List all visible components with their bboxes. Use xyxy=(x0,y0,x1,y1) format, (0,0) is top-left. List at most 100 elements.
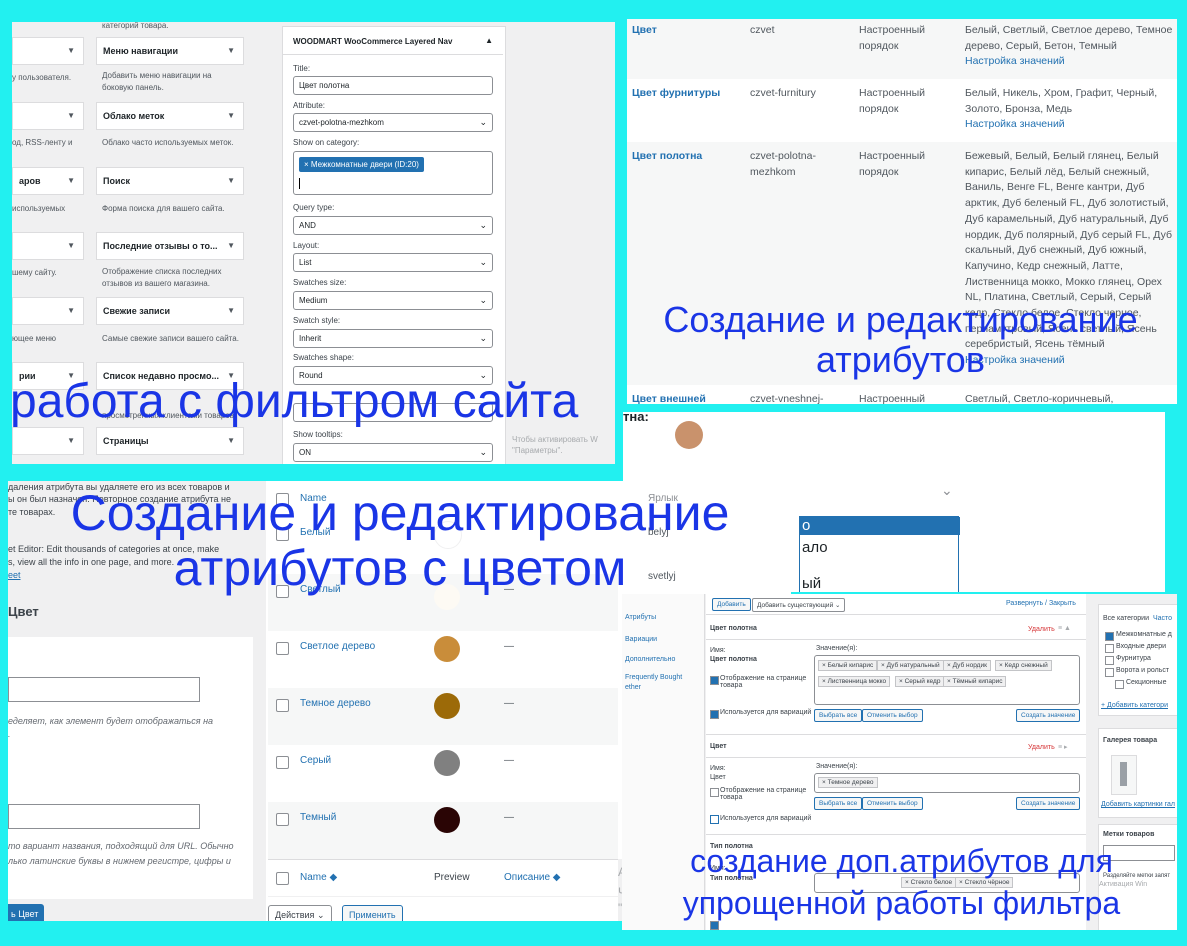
tab-attributes[interactable]: Атрибуты xyxy=(625,614,656,621)
value-chip[interactable]: × Тёмный кипарис xyxy=(943,676,1007,687)
tab-frequently-bought[interactable]: ether xyxy=(625,684,641,691)
dropdown-option[interactable]: ый xyxy=(802,575,821,592)
row-checkbox[interactable] xyxy=(276,756,289,769)
tooltips-select[interactable]: ON ⌄ xyxy=(293,443,493,462)
swatch-style-select[interactable]: Inherit ⌄ xyxy=(293,329,493,348)
caret-down-icon: ▼ xyxy=(67,176,75,185)
chevron-down-icon[interactable]: ⌄ xyxy=(941,482,953,499)
used-for-variations-checkbox[interactable] xyxy=(710,815,719,824)
attribute-name-link[interactable]: Цвет полотна xyxy=(632,149,702,165)
name-input[interactable] xyxy=(8,677,200,702)
deselect-button[interactable]: Отменить выбор xyxy=(862,797,923,810)
widget-left-1[interactable]: ▼ xyxy=(12,37,84,65)
category-tag[interactable]: × Межкомнатные двери (ID:20) xyxy=(299,157,424,172)
color-swatch[interactable] xyxy=(675,421,703,449)
row-checkbox[interactable] xyxy=(276,642,289,655)
query-select[interactable]: AND ⌄ xyxy=(293,216,493,235)
widget-recent-reviews[interactable]: Последние отзывы о то... ▼ xyxy=(96,232,244,260)
delete-attribute-link[interactable]: Удалить xyxy=(1028,744,1055,751)
attribute-title[interactable]: Цвет xyxy=(710,743,727,750)
values-multiselect[interactable]: × Белый кипарис × Дуб натуральный × Дуб … xyxy=(814,655,1080,705)
add-attribute-button[interactable]: Добавить xyxy=(712,598,751,611)
widget-left-7[interactable]: ▼ xyxy=(12,427,84,455)
add-gallery-images-link[interactable]: Добавить картинки гал xyxy=(1101,801,1175,808)
select-all-button[interactable]: Выбрать все xyxy=(814,709,863,722)
drag-icon[interactable]: ≡ ▲ xyxy=(1058,625,1071,632)
value-chip[interactable]: × Лиственница мокко xyxy=(818,676,891,687)
value-chip[interactable]: × Дуб натуральный xyxy=(877,660,944,671)
add-category-link[interactable]: + Добавить категори xyxy=(1101,702,1168,709)
row-checkbox[interactable] xyxy=(276,813,289,826)
configure-values-link[interactable]: Настройка значений xyxy=(965,55,1065,67)
column-name[interactable]: Name ◆ xyxy=(300,872,337,883)
tab-frequently-bought[interactable]: Frequently Bought xyxy=(625,674,682,681)
create-value-button[interactable]: Создать значение xyxy=(1016,797,1081,810)
category-checkbox[interactable] xyxy=(1115,680,1124,689)
widget-left-2[interactable]: ▼ xyxy=(12,102,84,130)
activation-notice: Чтобы активировать W "Параметры". xyxy=(512,435,598,455)
value-chip[interactable]: × Дуб нордик xyxy=(943,660,991,671)
title-input[interactable]: Цвет полотна xyxy=(293,76,493,95)
delete-attribute-link[interactable]: Удалить xyxy=(1028,626,1055,633)
apply-button[interactable]: Применить xyxy=(342,905,403,921)
deselect-button[interactable]: Отменить выбор xyxy=(862,709,923,722)
add-term-button[interactable]: ь Цвет xyxy=(8,904,44,921)
tab-variations[interactable]: Вариации xyxy=(625,636,657,643)
tab-advanced[interactable]: Дополнительно xyxy=(625,656,675,663)
widget-recent-posts[interactable]: Свежие записи ▼ xyxy=(96,297,244,325)
select-all-button[interactable]: Выбрать все xyxy=(814,797,863,810)
attribute-name-link[interactable]: Цвет внешней xyxy=(632,392,706,404)
row-checkbox[interactable] xyxy=(276,699,289,712)
term-name-link[interactable]: Светлое дерево xyxy=(300,641,375,652)
term-name-link[interactable]: Темный xyxy=(300,812,336,823)
category-checkbox[interactable] xyxy=(1105,632,1114,641)
widget-left-5[interactable]: ▼ xyxy=(12,297,84,325)
attribute-select[interactable]: czvet-polotna-mezhkom ⌄ xyxy=(293,113,493,132)
category-checkbox[interactable] xyxy=(1105,644,1114,653)
term-name-link[interactable]: Серый xyxy=(300,755,331,766)
values-multiselect[interactable]: × Темное дерево xyxy=(814,773,1080,793)
tab-all-categories[interactable]: Все категории xyxy=(1103,615,1149,622)
term-name-link[interactable]: Темное дерево xyxy=(300,698,371,709)
caret-down-icon: ▼ xyxy=(227,176,235,185)
gallery-thumbnail[interactable] xyxy=(1111,755,1137,795)
drag-icon[interactable]: ≡ ▸ xyxy=(1058,743,1068,751)
dropdown-option-selected[interactable]: о xyxy=(800,517,960,535)
column-description[interactable]: Описание ◆ xyxy=(504,872,561,883)
category-checkbox[interactable] xyxy=(1105,656,1114,665)
create-value-button[interactable]: Создать значение xyxy=(1016,709,1081,722)
expand-collapse-link[interactable]: Развернуть / Закрыть xyxy=(1006,600,1076,607)
show-on-page-checkbox[interactable] xyxy=(710,676,719,685)
existing-attribute-select[interactable]: Добавить существующий ⌄ xyxy=(752,598,846,612)
value-chip[interactable]: × Кедр снежный xyxy=(995,660,1052,671)
name-value: Цвет xyxy=(710,774,726,781)
caret-up-icon[interactable]: ▲ xyxy=(485,36,493,45)
widget-left-3[interactable]: аров ▼ xyxy=(12,167,84,195)
bulk-actions-select[interactable]: Действия ⌄ xyxy=(268,905,332,921)
slug-input[interactable] xyxy=(8,804,200,829)
value-chip[interactable]: × Серый кедр xyxy=(895,676,945,687)
dropdown-option[interactable]: ало xyxy=(802,539,828,556)
tab-most-used[interactable]: Часто xyxy=(1153,615,1172,622)
select-all-checkbox[interactable] xyxy=(276,872,289,885)
value-chip[interactable]: × Темное дерево xyxy=(818,777,878,788)
attribute-name-link[interactable]: Цвет xyxy=(632,23,657,39)
used-for-variations-checkbox[interactable] xyxy=(710,710,719,719)
layout-select[interactable]: List ⌄ xyxy=(293,253,493,272)
widget-pages[interactable]: Страницы ▼ xyxy=(96,427,244,455)
swatch-size-select[interactable]: Medium ⌄ xyxy=(293,291,493,310)
show-on-page-checkbox[interactable] xyxy=(710,788,719,797)
caption-attributes: Создание и редактирование атрибутов xyxy=(663,299,1138,380)
attribute-title[interactable]: Цвет полотна xyxy=(710,625,757,632)
widget-header[interactable]: WOODMART WooCommerce Layered Nav ▲ xyxy=(283,27,503,55)
attribute-name-link[interactable]: Цвет фурнитуры xyxy=(632,86,720,102)
category-checkbox[interactable] xyxy=(1105,668,1114,677)
widget-search[interactable]: Поиск ▼ xyxy=(96,167,244,195)
widget-nav-menu[interactable]: Меню навигации ▼ xyxy=(96,37,244,65)
category-multiselect[interactable]: × Межкомнатные двери (ID:20) xyxy=(293,151,493,195)
configure-values-link[interactable]: Настройка значений xyxy=(965,118,1065,130)
value-chip[interactable]: × Белый кипарис xyxy=(818,660,878,671)
widget-left-4[interactable]: ▼ xyxy=(12,232,84,260)
dropdown-list[interactable]: о ало ый xyxy=(799,516,960,592)
widget-tag-cloud[interactable]: Облако меток ▼ xyxy=(96,102,244,130)
